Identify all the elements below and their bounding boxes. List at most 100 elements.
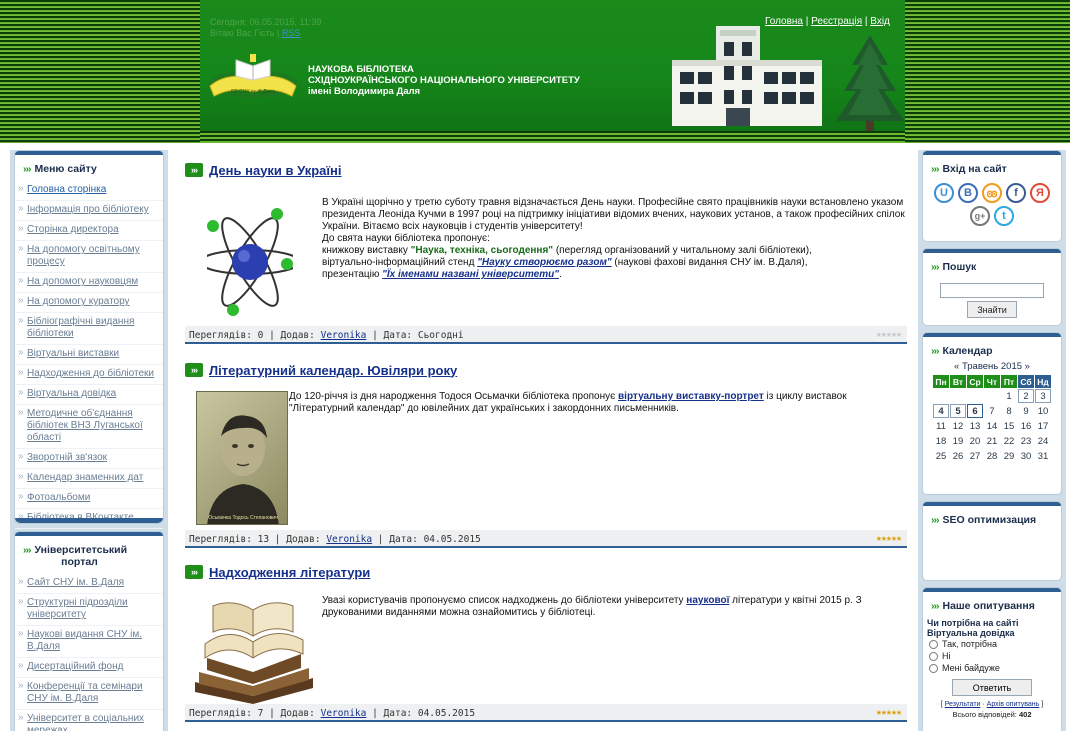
calendar-day[interactable]: 14 xyxy=(984,419,1000,433)
calendar-day[interactable]: 16 xyxy=(1018,419,1034,433)
calendar-day[interactable]: 24 xyxy=(1035,434,1051,448)
post-title-link[interactable]: Літературний календар. Ювіляри року xyxy=(209,363,457,378)
old-books-image xyxy=(195,602,313,704)
calendar-day[interactable]: 29 xyxy=(1001,449,1017,463)
search-button[interactable]: Знайти xyxy=(967,301,1017,318)
search-input[interactable] xyxy=(940,283,1044,298)
portal-title: ››› Університетський портал xyxy=(23,544,128,568)
radio-button[interactable] xyxy=(929,651,938,661)
rating-stars[interactable]: ★★★★★ xyxy=(876,329,902,340)
calendar-day[interactable]: 20 xyxy=(967,434,983,448)
menu-item-scientists[interactable]: На допомогу науковцям xyxy=(15,273,163,293)
post-title-link[interactable]: День науки в Україні xyxy=(209,163,342,178)
twitter-icon[interactable]: t xyxy=(994,206,1014,226)
menu-item-director[interactable]: Сторінка директора xyxy=(15,221,163,241)
calendar-day[interactable]: 23 xyxy=(1018,434,1034,448)
calendar-day[interactable]: 25 xyxy=(933,449,949,463)
radio-button[interactable] xyxy=(929,663,938,673)
calendar-day[interactable]: 31 xyxy=(1035,449,1051,463)
calendar-day[interactable]: 15 xyxy=(1001,419,1017,433)
google-plus-icon[interactable]: g+ xyxy=(970,206,990,226)
calendar-day[interactable]: 30 xyxy=(1018,449,1034,463)
menu-item-education[interactable]: На допомогу освітньому процесу xyxy=(15,241,163,273)
calendar-block: ››› Календар « Травень 2015 » Пн Вт Ср Чт… xyxy=(922,332,1062,495)
calendar-next-button[interactable]: » xyxy=(1025,361,1030,372)
post-footer: Переглядів: 13 | Додав: Veronika | Дата:… xyxy=(185,530,907,548)
calendar-day[interactable]: 10 xyxy=(1035,404,1051,418)
post-title-link[interactable]: Надходження літератури xyxy=(209,565,370,580)
calendar-day[interactable]: 13 xyxy=(967,419,983,433)
portal-item-university-site[interactable]: Сайт СНУ ім. В.Даля xyxy=(15,574,163,594)
menu-item-dates-calendar[interactable]: Календар знаменних дат xyxy=(15,469,163,489)
vote-button[interactable]: Ответить xyxy=(952,679,1032,696)
calendar-day[interactable]: 8 xyxy=(1001,404,1017,418)
odnoklassniki-icon[interactable]: ꙭ xyxy=(982,183,1002,203)
author-link[interactable]: Veronika xyxy=(321,708,367,719)
rss-link[interactable]: RSS xyxy=(282,28,301,38)
menu-item-curator[interactable]: На допомогу куратору xyxy=(15,293,163,313)
calendar-day[interactable]: 22 xyxy=(1001,434,1017,448)
menu-item-about[interactable]: Інформація про бібліотеку xyxy=(15,201,163,221)
poll-option[interactable]: Так, потрібна xyxy=(923,638,1061,650)
portal-item-departments[interactable]: Структурні підрозділи університету xyxy=(15,594,163,626)
poll-archive-link[interactable]: Архів опитувань xyxy=(987,701,1040,708)
writer-portrait-image: Осьмачка Тодось Степанович xyxy=(196,391,288,525)
news-post: ››› День науки в Україні В Україні щоріч… xyxy=(185,160,907,346)
post-footer: Переглядів: 0 | Додав: Veronika | Дата: … xyxy=(185,326,907,344)
scientific-literature-link[interactable]: наукової xyxy=(686,595,729,606)
calendar-day[interactable]: 26 xyxy=(950,449,966,463)
fir-tree-image xyxy=(836,35,904,140)
radio-button[interactable] xyxy=(929,639,938,649)
calendar-day[interactable]: 4 xyxy=(933,404,949,418)
vkontakte-icon[interactable]: В xyxy=(958,183,978,203)
library-logo[interactable]: ЕБ СНУ ім. В.Даля xyxy=(206,52,300,108)
calendar-day[interactable]: 5 xyxy=(950,404,966,418)
calendar-day[interactable]: 9 xyxy=(1018,404,1034,418)
calendar-day-today[interactable]: 6 xyxy=(967,404,983,418)
menu-item-bibliography[interactable]: Бібліографічні видання бібліотеки xyxy=(15,313,163,345)
menu-item-feedback[interactable]: Зворотній зв'язок xyxy=(15,449,163,469)
virtual-exhibition-link[interactable]: віртуальну виставку-портрет xyxy=(618,391,764,402)
author-link[interactable]: Veronika xyxy=(321,330,367,341)
menu-item-methodical-union[interactable]: Методичне об'єднання бібліотек ВНЗ Луган… xyxy=(15,405,163,449)
rating-stars[interactable]: ★★★★★ xyxy=(876,533,902,544)
calendar-day[interactable]: 27 xyxy=(967,449,983,463)
rating-stars[interactable]: ★★★★★ xyxy=(876,707,902,718)
menu-item-home[interactable]: Головна сторінка xyxy=(15,181,163,201)
menu-item-virtual-exhibitions[interactable]: Віртуальні виставки xyxy=(15,345,163,365)
menu-item-acquisitions[interactable]: Надходження до бібліотеки xyxy=(15,365,163,385)
calendar-day[interactable]: 3 xyxy=(1035,389,1051,403)
calendar-day[interactable]: 12 xyxy=(950,419,966,433)
calendar-week-row: 1 2 3 xyxy=(933,389,1051,403)
calendar-day[interactable]: 2 xyxy=(1018,389,1034,403)
yandex-icon[interactable]: Я xyxy=(1030,183,1050,203)
nav-login-link[interactable]: Вхід xyxy=(870,16,890,27)
portal-item-publications[interactable]: Наукові видання СНУ ім. В.Даля xyxy=(15,626,163,658)
calendar-day[interactable]: 28 xyxy=(984,449,1000,463)
portal-item-social[interactable]: Університет в соціальних мережах xyxy=(15,710,163,731)
calendar-day[interactable]: 1 xyxy=(1001,389,1017,403)
stand-link[interactable]: "Науку створюємо разом" xyxy=(477,257,611,268)
portal-item-conferences[interactable]: Конференції та семінари СНУ ім. В.Даля xyxy=(15,678,163,710)
author-link[interactable]: Veronika xyxy=(326,534,372,545)
poll-option[interactable]: Мені байдуже xyxy=(923,662,1061,674)
poll-option[interactable]: Ні xyxy=(923,650,1061,662)
post-paragraph: До свята науки бібліотека пропонує: xyxy=(322,233,490,244)
calendar-week-row: 25 26 27 28 29 30 31 xyxy=(933,449,1051,463)
calendar-day[interactable]: 17 xyxy=(1035,419,1051,433)
calendar-day[interactable]: 19 xyxy=(950,434,966,448)
calendar-day[interactable]: 11 xyxy=(933,419,949,433)
menu-item-photo-albums[interactable]: Фотоальбоми xyxy=(15,489,163,509)
calendar-day[interactable]: 18 xyxy=(933,434,949,448)
calendar-day[interactable]: 21 xyxy=(984,434,1000,448)
facebook-icon[interactable]: f xyxy=(1006,183,1026,203)
ucoz-icon[interactable]: U xyxy=(934,183,954,203)
poll-results-link[interactable]: Результати xyxy=(945,701,981,708)
portal-item-dissertations[interactable]: Дисертаційний фонд xyxy=(15,658,163,678)
calendar-prev-button[interactable]: « xyxy=(954,361,959,372)
arrows-icon: ››› xyxy=(931,261,939,273)
menu-item-virtual-reference[interactable]: Віртуальна довідка xyxy=(15,385,163,405)
calendar-day[interactable]: 7 xyxy=(984,404,1000,418)
presentation-link[interactable]: "Їх іменами названі університети" xyxy=(382,269,559,280)
post-date: Дата: Сьогодні xyxy=(383,330,464,341)
